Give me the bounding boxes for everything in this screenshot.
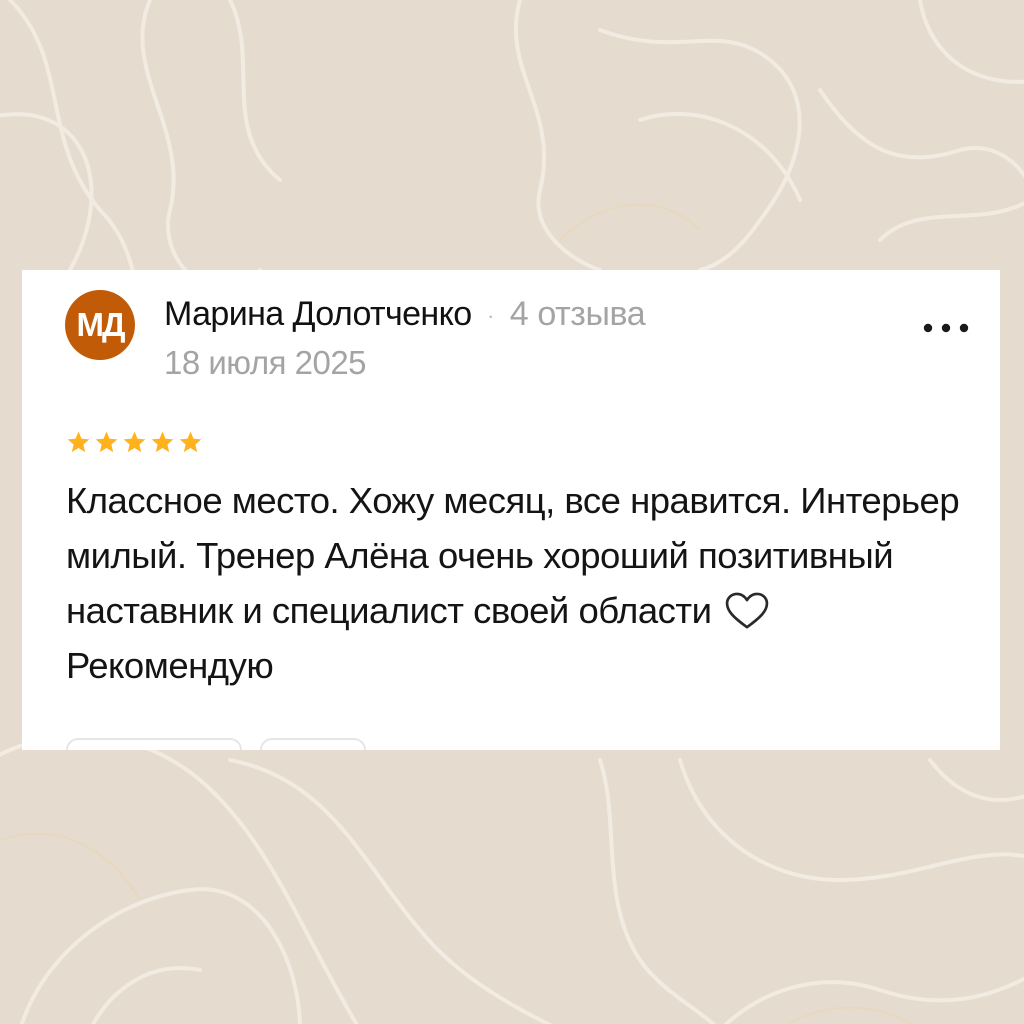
like-button[interactable] bbox=[66, 738, 242, 750]
star-rating bbox=[66, 430, 203, 460]
star-icon bbox=[95, 431, 118, 453]
heart-outline-icon bbox=[725, 592, 769, 629]
review-text: Классное место. Хожу месяц, все нравится… bbox=[66, 473, 986, 693]
star-icon bbox=[67, 431, 90, 453]
review-count[interactable]: 4 отзыва bbox=[510, 295, 646, 333]
more-options-button[interactable] bbox=[916, 306, 976, 350]
author-name[interactable]: Марина Долотченко bbox=[164, 295, 472, 333]
star-icon bbox=[179, 431, 202, 453]
more-horizontal-icon bbox=[923, 323, 969, 333]
review-card: МД Марина Долотченко · 4 отзыва 18 июля … bbox=[22, 270, 1000, 750]
review-date: 18 июля 2025 bbox=[164, 344, 367, 381]
star-icon bbox=[151, 431, 174, 453]
avatar[interactable]: МД bbox=[65, 290, 135, 360]
meta-separator: · bbox=[487, 303, 495, 329]
review-text-ending: Рекомендую bbox=[66, 645, 274, 686]
dislike-button[interactable] bbox=[260, 738, 366, 750]
review-text-body: Классное место. Хожу месяц, все нравится… bbox=[66, 480, 960, 631]
avatar-initials: МД bbox=[76, 306, 126, 343]
author-row: Марина Долотченко · 4 отзыва bbox=[164, 291, 646, 339]
star-icon bbox=[123, 431, 146, 453]
